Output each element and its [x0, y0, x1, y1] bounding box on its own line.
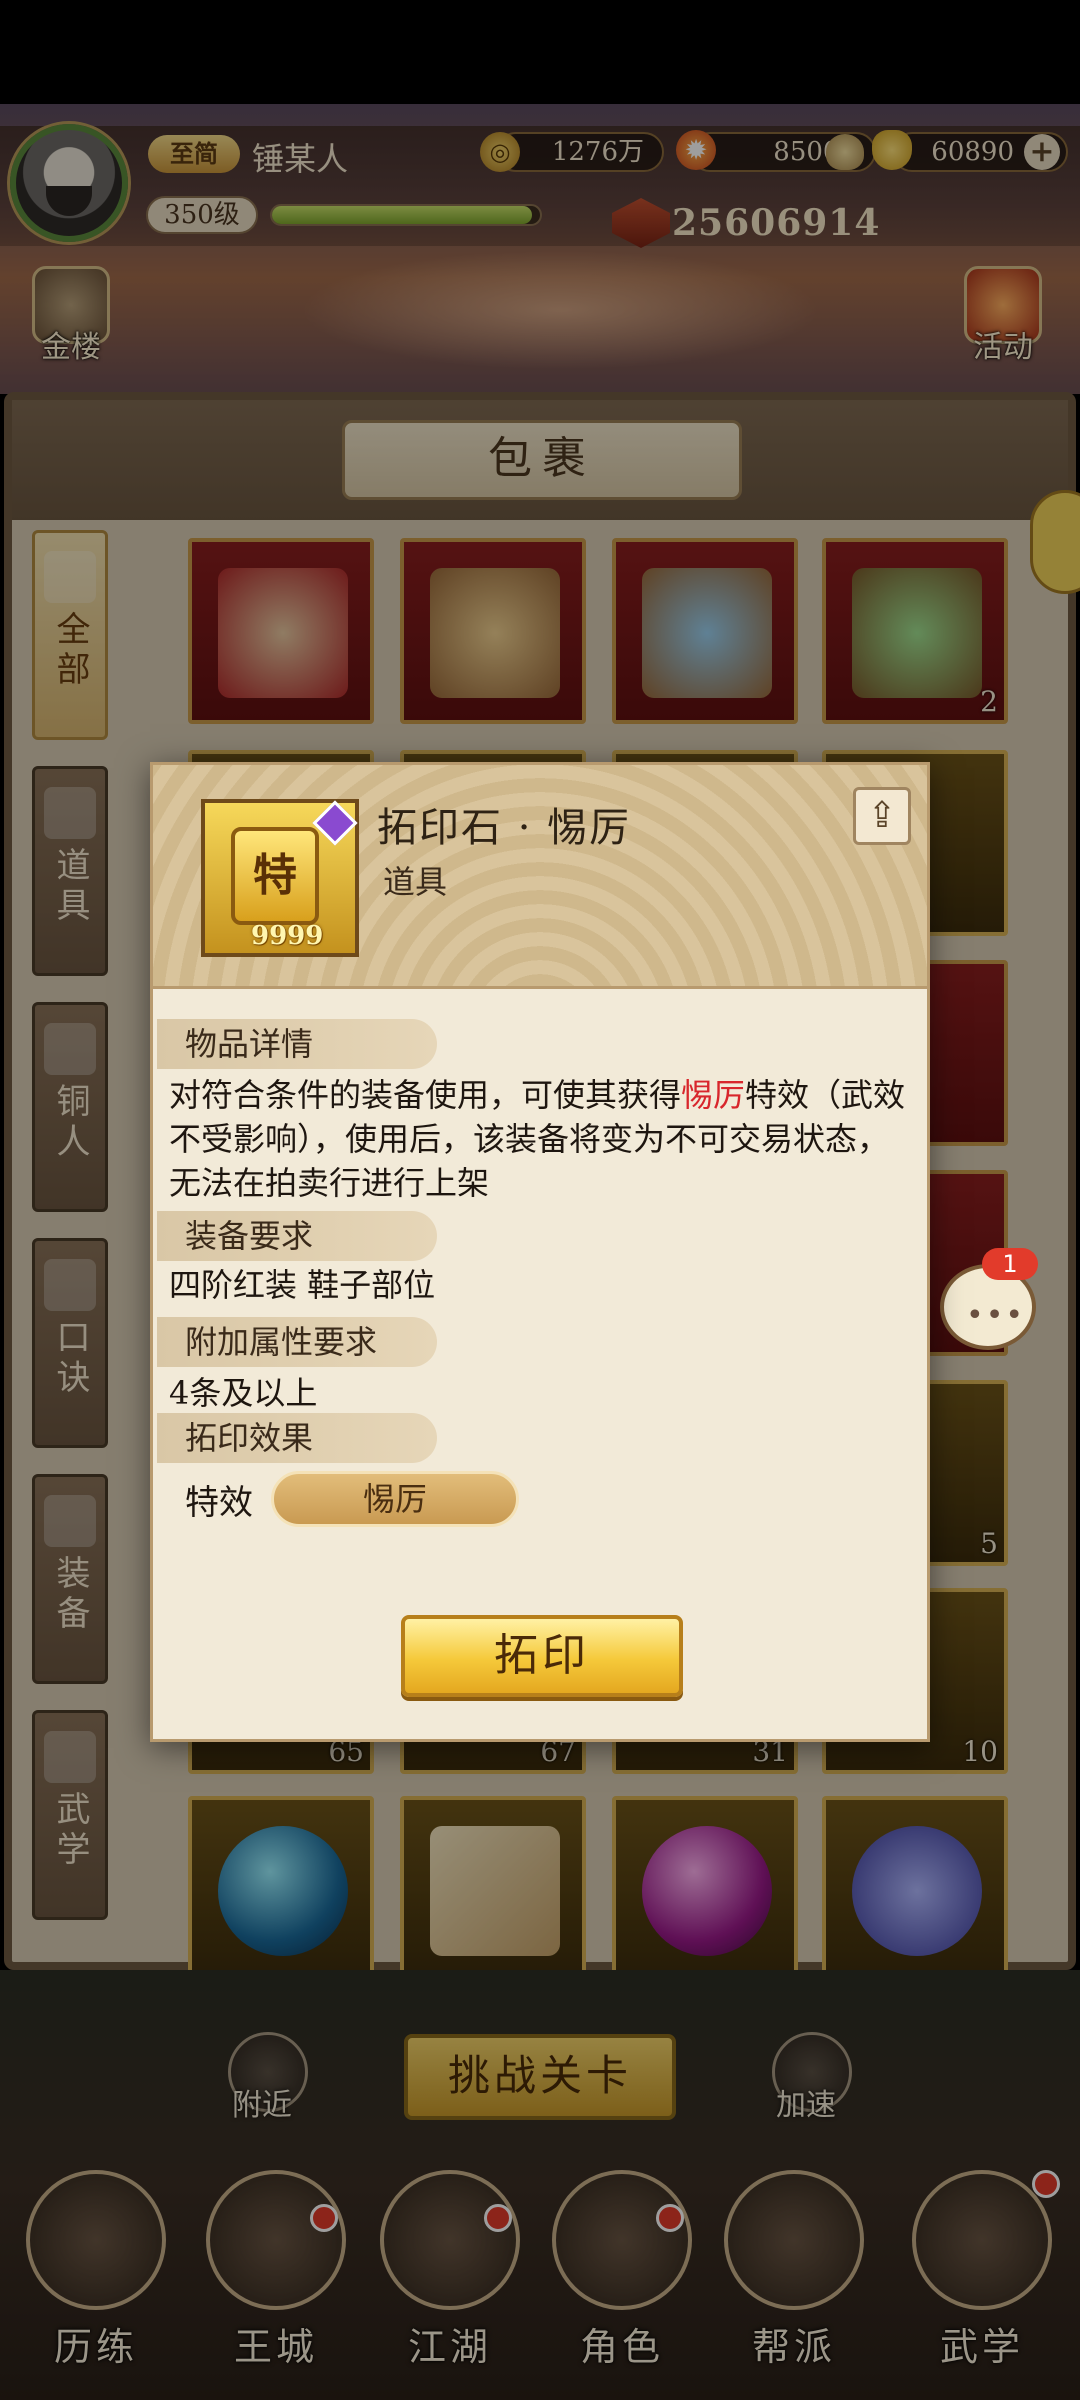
- attr-requirement: 4条及以上: [169, 1374, 318, 1412]
- effect-label: 特效: [185, 1483, 253, 1523]
- section-title-equip-req: 装备要求: [157, 1211, 437, 1261]
- equip-requirement: 四阶红装 鞋子部位: [169, 1266, 436, 1304]
- item-glyph: 特: [231, 827, 319, 925]
- item-type: 道具: [383, 863, 448, 901]
- item-detail-modal: 特 9999 拓印石 · 惕厉 道具 ⇪ 物品详情 对符合条件的装备使用，可使其…: [150, 762, 930, 1742]
- effect-value: 惕厉: [271, 1471, 519, 1527]
- description-highlight: 惕厉: [681, 1076, 746, 1114]
- item-name: 拓印石 · 惕厉: [377, 805, 632, 851]
- section-title-details: 物品详情: [157, 1019, 437, 1069]
- section-title-attr-req: 附加属性要求: [157, 1317, 437, 1367]
- item-quantity: 9999: [251, 921, 324, 951]
- modal-header: 特 9999 拓印石 · 惕厉 道具 ⇪: [153, 765, 927, 989]
- chat-icon: •••: [966, 1298, 1026, 1333]
- share-icon: ⇪: [866, 795, 898, 836]
- item-icon: 特 9999: [201, 799, 359, 957]
- share-button[interactable]: ⇪: [853, 787, 911, 845]
- section-title-effect: 拓印效果: [157, 1413, 437, 1463]
- item-description: 对符合条件的装备使用，可使其获得惕厉特效（武效不受影响），使用后，该装备将变为不…: [169, 1073, 909, 1205]
- chat-badge: 1: [982, 1248, 1038, 1280]
- imprint-button[interactable]: 拓印: [401, 1615, 683, 1697]
- rarity-gem-icon: [312, 800, 358, 846]
- description-text: 对符合条件的装备使用，可使其获得: [169, 1076, 682, 1114]
